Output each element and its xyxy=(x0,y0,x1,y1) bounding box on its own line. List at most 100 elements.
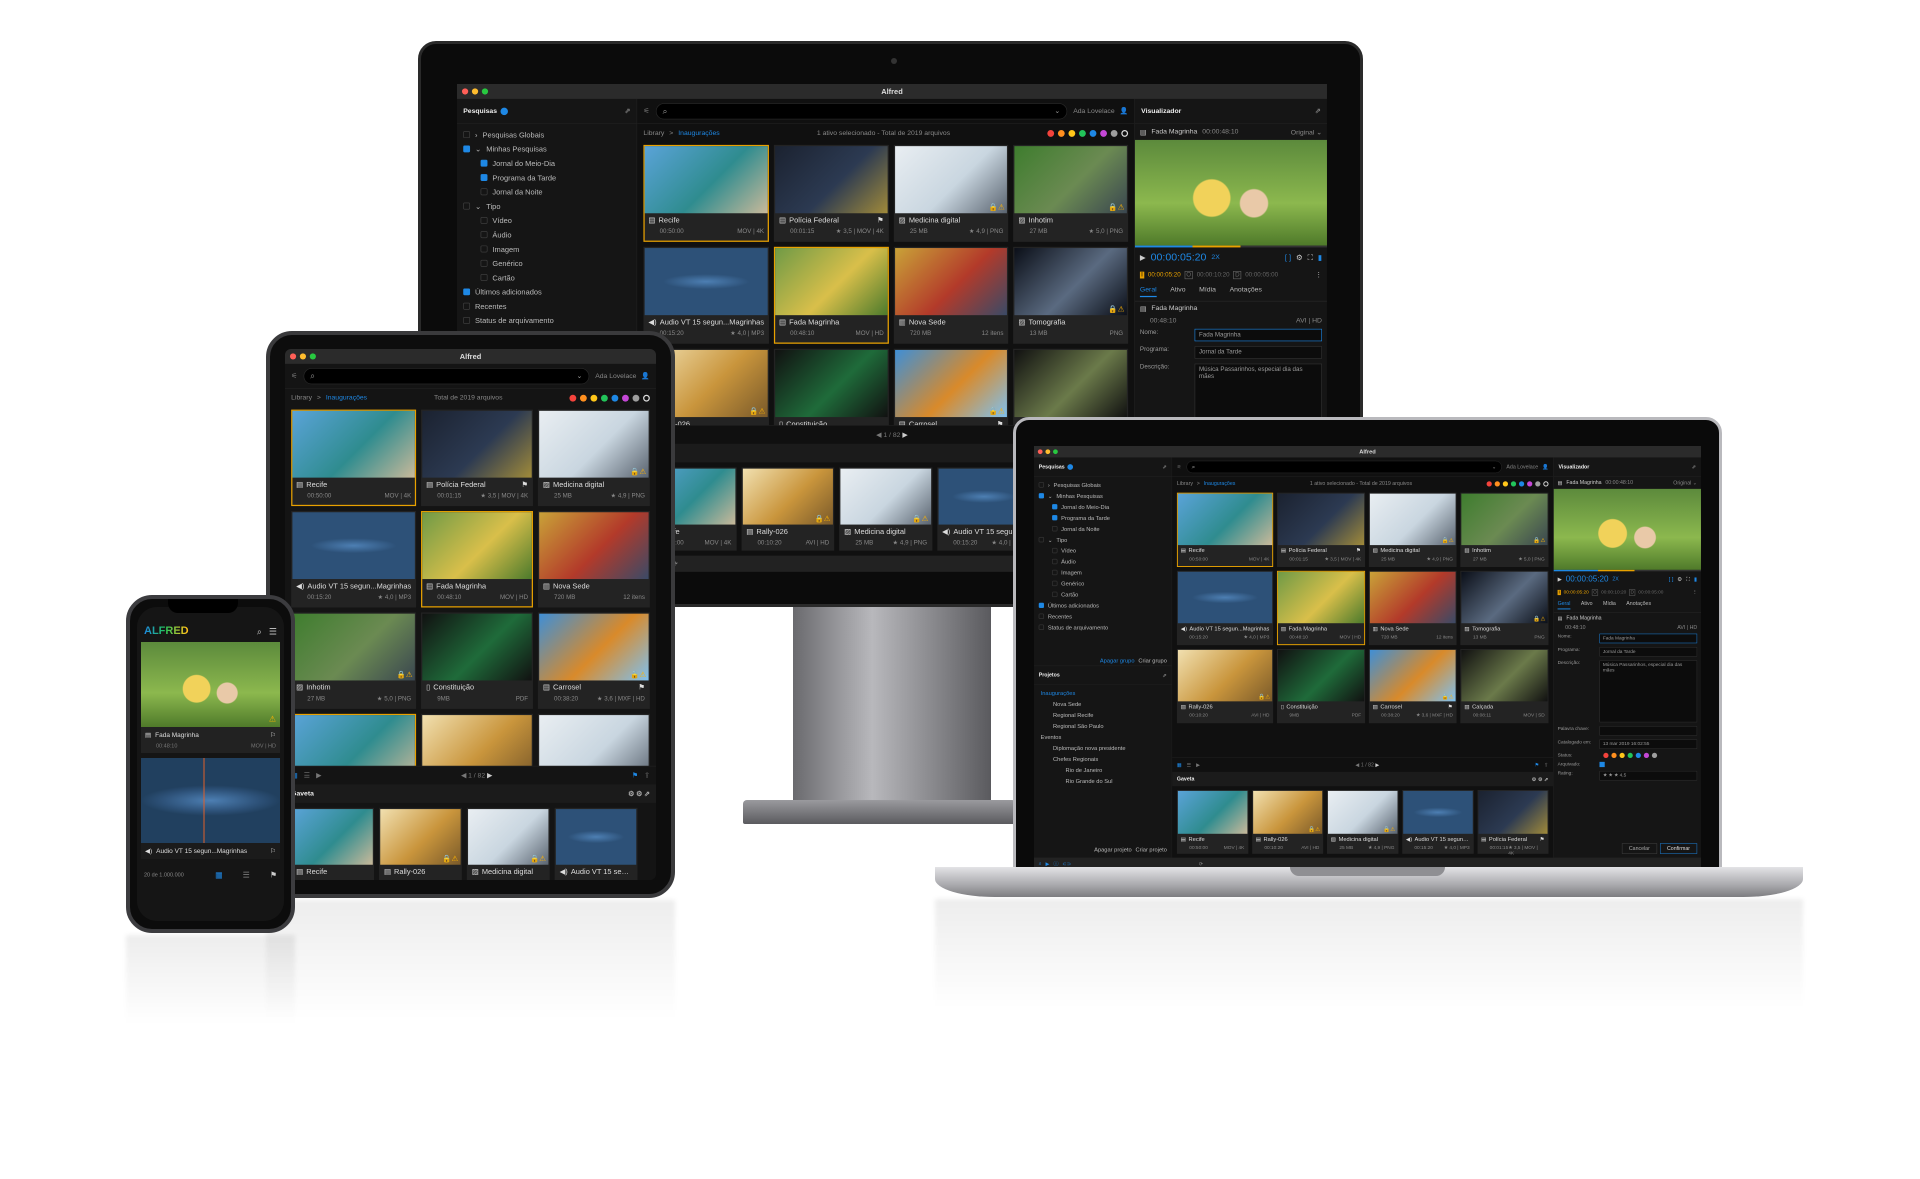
playback-speed[interactable]: 2X xyxy=(1211,254,1219,261)
asset-card[interactable]: 🔒⚠▤Carrosel⚑00:38:20★ 3,6 | MXF | HD xyxy=(893,348,1009,426)
bookmark-icon[interactable]: ⚑ xyxy=(877,216,884,225)
tree-item[interactable]: Últimos adicionados xyxy=(457,285,637,299)
asset-card[interactable]: 🔒⚠ ▤Rally-026 00:10:20 AVI | HD xyxy=(1251,789,1324,854)
status-dot[interactable] xyxy=(1627,752,1633,759)
minimize-button[interactable] xyxy=(299,353,307,360)
asset-card[interactable]: ▯Constituição 9MB PDF xyxy=(421,612,534,709)
breadcrumb-root[interactable]: Library xyxy=(291,394,312,401)
filter-icon[interactable]: ⚟ xyxy=(1177,464,1182,470)
asset-card[interactable]: 🔒⚠ ▤Rally-026 00:10:20 AVI | HD xyxy=(741,467,835,551)
asset-card[interactable]: ▤Recife00:50:00MOV | 4K xyxy=(291,807,375,880)
tab-1[interactable]: Ativo xyxy=(1581,601,1593,610)
search-icon[interactable]: ⌕ xyxy=(257,627,262,638)
chevron-down-icon[interactable]: ⌄ xyxy=(577,372,583,379)
checkbox[interactable] xyxy=(1038,624,1045,630)
status-color-dot[interactable] xyxy=(1510,481,1517,487)
tab-2[interactable]: Mídia xyxy=(1603,601,1616,610)
list-view-icon[interactable]: ☰ xyxy=(1187,762,1192,768)
tree-item[interactable]: Programa da Tarde xyxy=(457,170,637,184)
tree-item[interactable]: ⌄ Minhas Pesquisas xyxy=(457,142,637,156)
tree-item[interactable]: › Pesquisas Globais xyxy=(1034,479,1172,490)
status-color-dot[interactable] xyxy=(1068,129,1076,137)
asset-card[interactable]: ▥ Nova Sede 720 MB 12 itens xyxy=(537,511,650,608)
status-color-dot[interactable] xyxy=(590,394,598,402)
status-dot[interactable] xyxy=(1635,752,1641,759)
asset-card[interactable]: ▤Calçada00:08:11MOV | SD xyxy=(1013,348,1129,426)
breadcrumb-current[interactable]: Inaugurações xyxy=(678,129,719,136)
volume-icon[interactable]: ▮ xyxy=(1694,576,1697,583)
checkbox[interactable] xyxy=(463,302,471,310)
tree-item[interactable]: Programa da Tarde xyxy=(1034,512,1172,523)
playhead[interactable] xyxy=(203,758,205,843)
confirm-button[interactable]: Confirmar xyxy=(1659,843,1698,854)
next-page-icon[interactable]: ▶ xyxy=(900,431,907,438)
status-color-dot[interactable] xyxy=(1047,129,1055,137)
maximize-button[interactable] xyxy=(481,88,489,95)
status-color-dot[interactable] xyxy=(1089,129,1097,137)
chevron-down-icon[interactable]: ⌄ xyxy=(475,145,481,154)
field-0-input[interactable]: Fada Magrinha xyxy=(1599,633,1698,644)
user-menu[interactable]: Ada Lovelace 👤 xyxy=(1073,107,1128,115)
link-icon[interactable]: ⊂⊃ xyxy=(1062,861,1071,867)
field-3-input[interactable] xyxy=(1599,726,1698,736)
status-color-dot[interactable] xyxy=(1057,129,1065,137)
fullscreen-icon[interactable]: ⛶ xyxy=(1686,575,1690,582)
asset-card[interactable]: ◀)Audio VT 15 segun...Magrinhas 00:15:20 ★… xyxy=(291,511,417,608)
asset-card[interactable]: 🔒⚠ ▨ Tomografia 13 MB PNG xyxy=(1460,570,1549,646)
asset-card[interactable]: 🔒⚠ ▨ Tomografia 13 MB PNG xyxy=(1013,246,1129,344)
status-color-dot[interactable] xyxy=(1502,481,1509,487)
tree-item[interactable]: Cartão xyxy=(457,270,637,284)
status-color-dot[interactable] xyxy=(601,394,608,402)
bookmark-icon[interactable]: ⚑ xyxy=(1535,762,1540,768)
field-1-input[interactable]: Jornal da Tarde xyxy=(1599,647,1698,657)
tree-item[interactable]: Status de arquivamento xyxy=(457,313,637,327)
volume-icon[interactable]: ▮ xyxy=(1318,253,1322,262)
checkbox[interactable] xyxy=(463,131,471,139)
status-color-dot-none[interactable] xyxy=(1121,129,1129,137)
next-page-icon[interactable]: ▶ xyxy=(1374,762,1379,768)
status-color-dot[interactable] xyxy=(569,394,577,402)
tree-item[interactable]: Jornal do Meio-Dia xyxy=(457,156,637,170)
status-color-dot[interactable] xyxy=(1535,481,1541,487)
checkbox[interactable] xyxy=(480,245,488,253)
tree-item[interactable]: Jornal do Meio-Dia xyxy=(1034,501,1172,512)
search-input[interactable]: ⌕ ⌄ xyxy=(1186,460,1502,473)
project-item[interactable]: Regional São Paulo xyxy=(1034,720,1172,731)
asset-card[interactable]: ◀)Audio VT 15 segun...Magrinhas 00:15:20 ★… xyxy=(1176,570,1274,646)
checkbox[interactable] xyxy=(1038,536,1045,543)
filter-icon[interactable]: ⚟ xyxy=(291,372,297,379)
delete-group-button[interactable]: Apagar grupo xyxy=(1100,657,1135,664)
tree-item[interactable]: Jornal da Noite xyxy=(457,185,637,199)
bookmark-icon[interactable]: ⚑ xyxy=(1356,547,1361,554)
breadcrumb-current[interactable]: Inaugurações xyxy=(1204,481,1236,487)
status-color-dot-none[interactable] xyxy=(643,394,650,402)
asset-card[interactable]: ▤Recife00:50:00MOV | 4K xyxy=(1176,492,1274,568)
asset-card[interactable]: 🔒⚠ ▨ Inhotim 27 MB ★ 5,0 | PNG xyxy=(291,612,417,709)
mark-in-icon[interactable]: I xyxy=(1557,589,1561,595)
asset-card[interactable]: ▥ Nova Sede 720 MB 12 itens xyxy=(893,246,1009,344)
share-icon[interactable]: ⇪ xyxy=(1544,762,1548,768)
search-input[interactable]: ⌕ ⌄ xyxy=(655,102,1067,120)
asset-card[interactable]: 🔒⚠ ▨Medicina digital 25 MB ★ 4,9 | PNG xyxy=(1368,492,1457,568)
tree-item[interactable]: Recentes xyxy=(457,299,637,313)
sync-icon[interactable]: ⟳ xyxy=(1199,861,1203,867)
close-button[interactable] xyxy=(461,88,469,95)
asset-card[interactable]: ▤Calçada00:08:11MOV | SD xyxy=(1460,648,1549,724)
tree-item[interactable]: Vídeo xyxy=(457,213,637,227)
bookmark-icon[interactable]: ⚑ xyxy=(632,771,638,779)
list-view-icon[interactable]: ☰ xyxy=(304,771,310,779)
status-color-dot[interactable] xyxy=(1518,481,1525,487)
checkbox[interactable] xyxy=(1038,602,1045,608)
project-item[interactable]: Rio Grande do Sul xyxy=(1034,775,1172,786)
status-dot[interactable] xyxy=(1611,752,1617,759)
mark-in-icon[interactable]: I xyxy=(1139,271,1145,279)
field-4-input[interactable]: 13 mar 2019 16:02:55 xyxy=(1599,739,1698,749)
chevron-right-icon[interactable]: › xyxy=(475,130,477,139)
asset-card[interactable]: ◀)Audio VT 15 segun...Magrinhas 00:15:20 ★… xyxy=(1402,789,1474,854)
options-icon[interactable]: ⋮ xyxy=(1692,590,1697,595)
maximize-button[interactable] xyxy=(1053,449,1058,455)
checkbox[interactable] xyxy=(463,288,471,296)
playback-speed[interactable]: 2X xyxy=(1612,576,1618,582)
project-item[interactable]: Inaugurações xyxy=(1034,688,1172,699)
status-color-dot[interactable] xyxy=(1527,481,1533,487)
